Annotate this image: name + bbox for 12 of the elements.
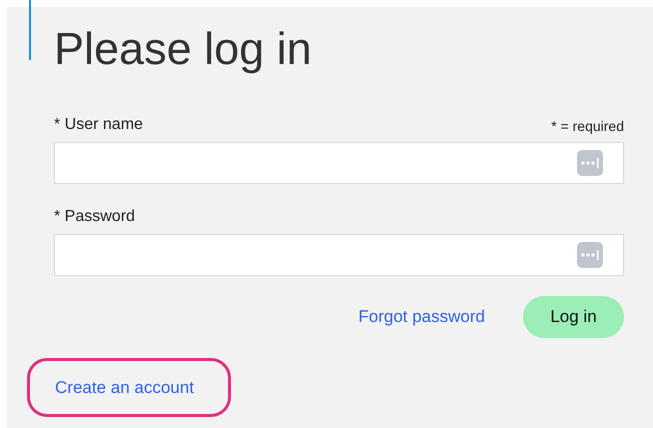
page-title: Please log in: [54, 22, 312, 76]
dots-icon[interactable]: [577, 150, 603, 176]
login-button[interactable]: Log in: [523, 296, 624, 338]
accent-line: [29, 0, 31, 60]
field-label: * User name: [54, 116, 143, 134]
input-field[interactable]: [54, 234, 624, 276]
create-account-link[interactable]: Create an account: [55, 378, 194, 397]
required-note: * = required: [551, 118, 624, 134]
input-field[interactable]: [54, 142, 624, 184]
field-label: * Password: [54, 208, 135, 226]
dots-icon[interactable]: [577, 242, 603, 268]
forgot-password-link[interactable]: Forgot password: [358, 307, 485, 327]
